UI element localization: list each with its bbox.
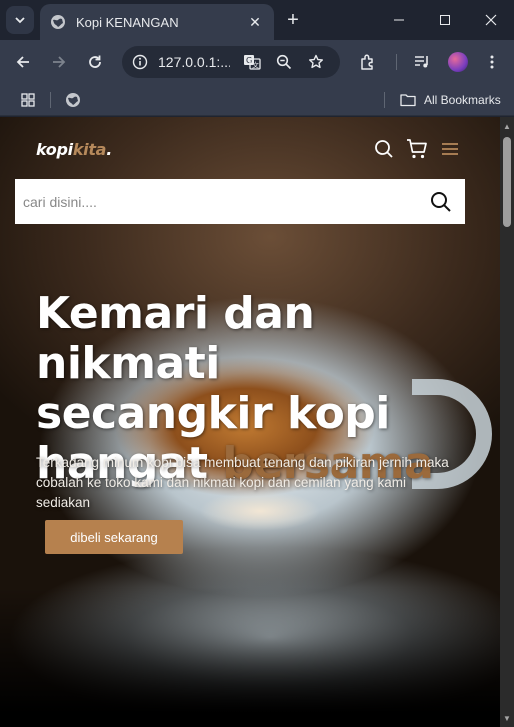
close-icon (485, 14, 497, 26)
avatar (448, 52, 468, 72)
all-bookmarks-button[interactable]: All Bookmarks (400, 90, 501, 110)
scrollbar-thumb[interactable] (503, 137, 511, 227)
globe-icon (50, 14, 66, 30)
search-submit-icon[interactable] (421, 182, 461, 222)
folder-icon (400, 94, 416, 107)
hero-line-1: Kemari dan nikmati (36, 288, 315, 389)
reload-button[interactable] (81, 48, 109, 76)
forward-button[interactable] (45, 48, 73, 76)
browser-menu-button[interactable] (478, 48, 506, 76)
search-input[interactable] (15, 179, 421, 224)
bookmarks-divider-right (384, 92, 385, 108)
minimize-icon (394, 19, 404, 21)
page-scrollbar[interactable]: ▲ ▼ (500, 117, 514, 727)
hero-line-2: secangkir kopi (36, 388, 390, 439)
web-content: kopikita. Kemari dan nikmati secangkir k… (0, 117, 514, 727)
hamburger-menu-icon[interactable] (438, 137, 462, 161)
chevron-down-icon (15, 17, 25, 24)
close-window-button[interactable] (468, 0, 514, 40)
apps-grid-icon[interactable] (18, 90, 38, 110)
maximize-icon (440, 15, 450, 25)
translate-icon[interactable]: G文 (238, 48, 266, 76)
search-bar (15, 179, 465, 224)
tab-strip: Kopi KENANGAN ✕ + (0, 0, 514, 40)
hero-section: kopikita. Kemari dan nikmati secangkir k… (0, 117, 500, 727)
globe-bookmark-icon[interactable] (63, 90, 83, 110)
back-button[interactable] (9, 48, 37, 76)
hero-description: Terkadang minum kopi bisa membuat tenang… (36, 455, 449, 510)
bookmark-star-icon[interactable] (302, 48, 330, 76)
zoom-icon[interactable] (270, 48, 298, 76)
url-text[interactable]: 127.0.0.1:... (158, 54, 230, 70)
minimize-button[interactable] (376, 0, 422, 40)
bookmarks-divider (50, 92, 51, 108)
arrow-right-icon (53, 56, 66, 68)
shopping-cart-icon[interactable] (405, 137, 429, 161)
site-info-icon[interactable] (126, 48, 154, 76)
maximize-button[interactable] (422, 0, 468, 40)
site-logo[interactable]: kopikita. (36, 140, 112, 159)
tab-title: Kopi KENANGAN (76, 14, 179, 30)
svg-text:文: 文 (252, 61, 259, 70)
address-bar[interactable]: 127.0.0.1:... G文 (122, 46, 340, 78)
toolbar-divider (396, 54, 397, 70)
close-tab-icon[interactable]: ✕ (246, 13, 264, 31)
buy-now-button[interactable]: dibeli sekarang (45, 520, 183, 554)
logo-dot: . (106, 140, 112, 159)
logo-part1: kopi (36, 140, 73, 159)
search-icon[interactable] (372, 137, 396, 161)
tab-search-button[interactable] (6, 6, 34, 34)
playlist-icon (415, 56, 428, 68)
scroll-down-icon[interactable]: ▼ (500, 711, 514, 725)
all-bookmarks-label: All Bookmarks (424, 93, 501, 107)
bookmarks-bar: All Bookmarks (0, 84, 514, 116)
hero-shade (0, 587, 500, 727)
scroll-up-icon[interactable]: ▲ (500, 119, 514, 133)
active-tab[interactable]: Kopi KENANGAN ✕ (40, 4, 274, 40)
arrow-left-icon (16, 56, 29, 68)
more-vertical-icon (490, 55, 494, 69)
puzzle-icon (361, 54, 373, 70)
browser-toolbar: 127.0.0.1:... G文 (0, 40, 514, 84)
profile-button[interactable] (444, 48, 472, 76)
reload-icon (89, 55, 101, 68)
logo-part2: kita (72, 140, 107, 159)
extensions-button[interactable] (354, 48, 382, 76)
new-tab-button[interactable]: + (282, 9, 304, 31)
media-control-button[interactable] (408, 48, 436, 76)
